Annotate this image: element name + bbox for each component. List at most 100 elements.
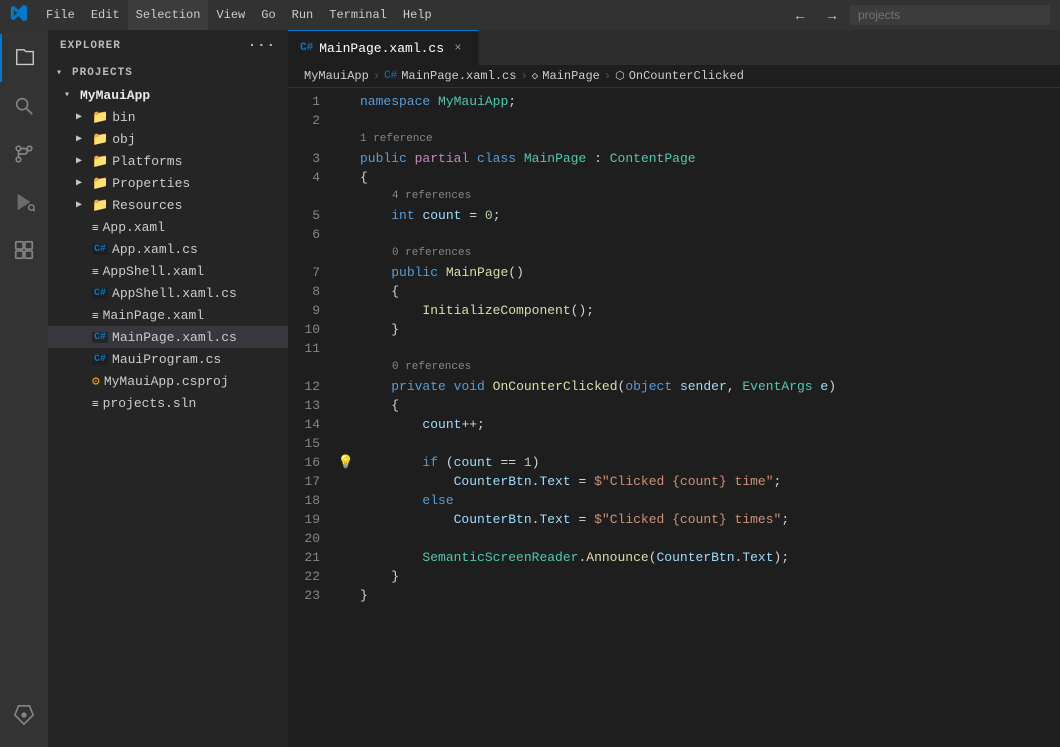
code-line-10: 10 } — [288, 320, 1060, 339]
line-num-4: 4 — [288, 168, 336, 187]
code-line-9: 9 InitializeComponent(); — [288, 301, 1060, 320]
sidebar-item-mainpage-xaml[interactable]: ≡ MainPage.xaml — [48, 304, 288, 326]
appshell-xaml-icon: ≡ — [92, 265, 99, 278]
csproj-icon: ⚙ — [92, 374, 100, 389]
line-num-12: 12 — [288, 377, 336, 396]
code-line-17: 17 CounterBtn.Text = $"Clicked {count} t… — [288, 472, 1060, 491]
bin-arrow: ▶ — [76, 111, 92, 123]
breadcrumb-sep-1: › — [373, 69, 380, 83]
code-content-18: else — [356, 491, 1060, 510]
mymaui-label: MyMauiApp — [80, 88, 150, 103]
menu-file[interactable]: File — [38, 0, 83, 30]
code-line-21: 21 SemanticScreenReader.Announce(Counter… — [288, 548, 1060, 567]
sidebar-item-resources[interactable]: ▶ 📁 Resources — [48, 194, 288, 216]
obj-label: obj — [112, 132, 135, 147]
breadcrumb-mymaui-label: MyMauiApp — [304, 69, 369, 83]
sidebar-item-appshell-xaml-cs[interactable]: C# AppShell.xaml.cs — [48, 282, 288, 304]
menu-edit[interactable]: Edit — [83, 0, 128, 30]
breadcrumb-method[interactable]: ⬡ OnCounterClicked — [615, 69, 744, 83]
mainpage-tab[interactable]: C# MainPage.xaml.cs × — [288, 30, 479, 65]
title-bar: File Edit Selection View Go Run Terminal… — [0, 0, 1060, 30]
tab-close-button[interactable]: × — [450, 40, 466, 56]
line-num-3: 3 — [288, 149, 336, 168]
run-activity-icon[interactable] — [0, 178, 48, 226]
mymaui-arrow: ▾ — [64, 89, 80, 101]
sidebar-item-csproj[interactable]: ⚙ MyMauiApp.csproj — [48, 370, 288, 392]
line-num-15: 15 — [288, 434, 336, 453]
sidebar-item-appshell-xaml[interactable]: ≡ AppShell.xaml — [48, 260, 288, 282]
sidebar: Explorer ··· ▾ PROJECTS ▾ MyMauiApp ▶ 📁 … — [48, 30, 288, 747]
menu-terminal[interactable]: Terminal — [321, 0, 395, 30]
breadcrumb-mymaui[interactable]: MyMauiApp — [304, 69, 369, 83]
code-line-20: 20 — [288, 529, 1060, 548]
menu-run[interactable]: Run — [284, 0, 322, 30]
properties-arrow: ▶ — [76, 177, 92, 189]
line-num-16: 16 — [288, 453, 336, 472]
breadcrumb-class-icon: ◇ — [532, 69, 539, 83]
source-control-activity-icon[interactable] — [0, 130, 48, 178]
nav-back-button[interactable]: ← — [786, 1, 814, 29]
sidebar-item-sln[interactable]: ≡ projects.sln — [48, 392, 288, 414]
search-activity-icon[interactable] — [0, 82, 48, 130]
nav-forward-button[interactable]: → — [818, 1, 846, 29]
code-content-9: InitializeComponent(); — [356, 301, 1060, 320]
code-content-12: private void OnCounterClicked(object sen… — [356, 377, 1060, 396]
menu-view[interactable]: View — [208, 0, 253, 30]
app-xaml-icon: ≡ — [92, 221, 99, 234]
sidebar-item-mauiprogram[interactable]: C# MauiProgram.cs — [48, 348, 288, 370]
breadcrumb-mainpage-class[interactable]: ◇ MainPage — [532, 69, 600, 83]
properties-folder-icon: 📁 — [92, 176, 108, 191]
projects-label: PROJECTS — [72, 67, 133, 79]
code-line-22: 22 } — [288, 567, 1060, 586]
obj-arrow: ▶ — [76, 133, 92, 145]
breadcrumb-method-label: OnCounterClicked — [629, 69, 744, 83]
platforms-arrow: ▶ — [76, 155, 92, 167]
code-line-7: 7 public MainPage() — [288, 263, 1060, 282]
resources-arrow: ▶ — [76, 199, 92, 211]
line-num-17: 17 — [288, 472, 336, 491]
breadcrumb-mainpage-file[interactable]: C# MainPage.xaml.cs — [384, 69, 516, 83]
mauiprogram-label: MauiProgram.cs — [112, 352, 221, 367]
code-content-5: int count = 0; — [356, 206, 1060, 225]
test-activity-icon[interactable] — [0, 691, 48, 739]
projects-section[interactable]: ▾ PROJECTS — [48, 62, 288, 84]
breadcrumb-sep-2: › — [520, 69, 527, 83]
code-ref4: 4 references — [356, 187, 1060, 206]
sidebar-item-app-xaml[interactable]: ≡ App.xaml — [48, 216, 288, 238]
sidebar-item-bin[interactable]: ▶ 📁 bin — [48, 106, 288, 128]
code-content-3: public partial class MainPage : ContentP… — [356, 149, 1060, 168]
lightbulb-icon[interactable]: 💡 — [338, 453, 354, 472]
sidebar-item-obj[interactable]: ▶ 📁 obj — [48, 128, 288, 150]
breadcrumb-mainpage-class-label: MainPage — [542, 69, 600, 83]
bin-label: bin — [112, 110, 135, 125]
resources-label: Resources — [112, 198, 182, 213]
line-num-7: 7 — [288, 263, 336, 282]
search-input[interactable] — [850, 5, 1050, 25]
code-content-22: } — [356, 567, 1060, 586]
sidebar-item-mainpage-xaml-cs[interactable]: C# MainPage.xaml.cs — [48, 326, 288, 348]
code-editor[interactable]: 1 namespace MyMauiApp; 2 1 reference 3 p — [288, 88, 1060, 747]
code-line-1: 1 namespace MyMauiApp; — [288, 92, 1060, 111]
sidebar-item-platforms[interactable]: ▶ 📁 Platforms — [48, 150, 288, 172]
sidebar-item-properties[interactable]: ▶ 📁 Properties — [48, 172, 288, 194]
explorer-label: Explorer — [60, 40, 121, 52]
mainpage-xaml-icon: ≡ — [92, 309, 99, 322]
sidebar-more-button[interactable]: ··· — [248, 38, 276, 54]
menu-help[interactable]: Help — [395, 0, 440, 30]
extensions-activity-icon[interactable] — [0, 226, 48, 274]
app-xaml-label: App.xaml — [103, 220, 165, 235]
menu-selection[interactable]: Selection — [128, 0, 209, 30]
sidebar-item-app-xaml-cs[interactable]: C# App.xaml.cs — [48, 238, 288, 260]
line-num-8: 8 — [288, 282, 336, 301]
sln-label: projects.sln — [103, 396, 197, 411]
code-content-23: } — [356, 586, 1060, 605]
explorer-activity-icon[interactable] — [0, 34, 48, 82]
code-content-7: public MainPage() — [356, 263, 1060, 282]
line-num-1: 1 — [288, 92, 336, 111]
line-num-6: 6 — [288, 225, 336, 244]
mainpage-xaml-cs-label: MainPage.xaml.cs — [112, 330, 237, 345]
sidebar-item-mymaui[interactable]: ▾ MyMauiApp — [48, 84, 288, 106]
code-line-ref12: 0 references — [288, 358, 1060, 377]
editor-area: C# MainPage.xaml.cs × MyMauiApp › C# Mai… — [288, 30, 1060, 747]
menu-go[interactable]: Go — [253, 0, 283, 30]
